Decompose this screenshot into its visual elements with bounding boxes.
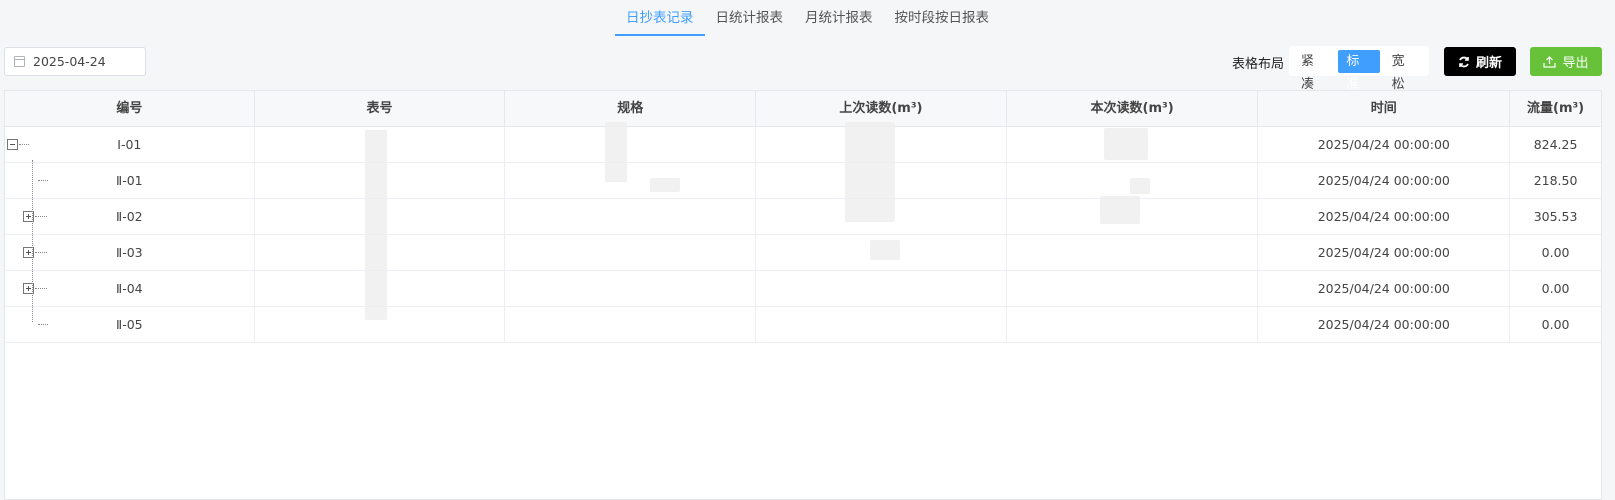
tree-connector: [19, 144, 29, 145]
cell-code: Ⅱ-01: [5, 163, 255, 198]
table-row[interactable]: Ⅱ-01 2025/04/24 00:00:00 218.50: [5, 163, 1601, 199]
refresh-icon: [1459, 56, 1469, 67]
cell-code: Ⅱ-03: [5, 235, 255, 270]
cell-flow: 218.50: [1533, 173, 1578, 188]
header-time[interactable]: 时间: [1258, 91, 1511, 127]
tree-connector: [35, 252, 47, 253]
cell-time: 2025/04/24 00:00:00: [1258, 163, 1511, 198]
layout-standard[interactable]: 标准: [1338, 49, 1380, 92]
upload-icon: [1543, 55, 1557, 68]
report-tabs: 日抄表记录 日统计报表 月统计报表 按时段按日报表: [0, 0, 1615, 36]
cell-spec: [505, 307, 757, 342]
cell-time: 2025/04/24 00:00:00: [1258, 271, 1511, 306]
collapse-icon[interactable]: [7, 139, 18, 150]
row-code: Ⅰ-01: [117, 137, 142, 152]
cell-spec: [505, 199, 757, 234]
header-spec[interactable]: 规格: [505, 91, 757, 127]
layout-compact[interactable]: 紧凑: [1293, 50, 1334, 92]
tree-connector: [38, 324, 48, 325]
tab-monthly-stats[interactable]: 月统计报表: [794, 0, 884, 35]
export-button[interactable]: 导出: [1530, 47, 1602, 76]
cell-spec: [505, 271, 757, 306]
cell-current-reading: [1007, 271, 1259, 306]
table-row[interactable]: Ⅱ-02 2025/04/24 00:00:00 305.53: [5, 199, 1601, 235]
cell-code: Ⅱ-02: [5, 199, 255, 234]
tree-connector: [38, 180, 48, 181]
refresh-label: 刷新: [1475, 56, 1502, 71]
cell-time: 2025/04/24 00:00:00: [1258, 199, 1511, 234]
cell-time: 2025/04/24 00:00:00: [1258, 235, 1511, 270]
layout-loose[interactable]: 宽松: [1384, 50, 1425, 92]
cell-spec: [505, 235, 757, 270]
row-code: Ⅱ-03: [116, 245, 143, 260]
cell-time: 2025/04/24 00:00:00: [1258, 307, 1511, 342]
layout-label: 表格布局: [1232, 57, 1285, 72]
cell-last-reading: [756, 307, 1007, 342]
layout-selector: 紧凑 标准 宽松: [1289, 46, 1429, 92]
cell-current-reading: [1007, 235, 1259, 270]
refresh-button[interactable]: 刷新: [1444, 47, 1516, 76]
tree-vertical-line: [32, 160, 33, 322]
tab-period-daily[interactable]: 按时段按日报表: [884, 0, 1001, 35]
date-value: 2025-04-24: [33, 54, 106, 69]
table-row[interactable]: Ⅱ-04 2025/04/24 00:00:00 0.00: [5, 271, 1601, 307]
calendar-icon: [14, 56, 25, 67]
row-code: Ⅱ-04: [116, 281, 143, 296]
cell-code: Ⅰ-01: [5, 127, 255, 162]
cell-flow: 305.53: [1533, 209, 1578, 224]
row-code: Ⅱ-02: [116, 209, 143, 224]
cell-flow: 0.00: [1541, 317, 1570, 332]
tree-connector: [35, 216, 47, 217]
cell-spec: [505, 163, 757, 198]
table-row[interactable]: Ⅱ-03 2025/04/24 00:00:00 0.00: [5, 235, 1601, 271]
row-code: Ⅱ-05: [116, 317, 143, 332]
cell-time: 2025/04/24 00:00:00: [1258, 127, 1511, 162]
header-meter-no[interactable]: 表号: [255, 91, 506, 127]
table-row[interactable]: Ⅱ-05 2025/04/24 00:00:00 0.00: [5, 307, 1601, 343]
header-code[interactable]: 编号: [5, 91, 255, 127]
export-label: 导出: [1562, 56, 1589, 71]
header-flow[interactable]: 流量(m³): [1510, 91, 1601, 127]
header-current-reading[interactable]: 本次读数(m³): [1007, 91, 1259, 127]
cell-code: Ⅱ-05: [5, 307, 255, 342]
date-picker[interactable]: 2025-04-24: [4, 47, 146, 76]
tab-daily-stats[interactable]: 日统计报表: [705, 0, 795, 35]
table-row[interactable]: Ⅰ-01 2025/04/24 00:00:00 824.25: [5, 127, 1601, 163]
cell-flow: 0.00: [1541, 245, 1570, 260]
cell-last-reading: [756, 271, 1007, 306]
cell-flow: 824.25: [1533, 137, 1578, 152]
cell-current-reading: [1007, 307, 1259, 342]
row-code: Ⅱ-01: [116, 173, 143, 188]
cell-spec: [505, 127, 757, 162]
table-header: 编号 表号 规格 上次读数(m³) 本次读数(m³) 时间 流量(m³): [5, 91, 1601, 127]
cell-code: Ⅱ-04: [5, 271, 255, 306]
tree-connector: [35, 288, 47, 289]
reading-table: 编号 表号 规格 上次读数(m³) 本次读数(m³) 时间 流量(m³) Ⅰ-0…: [4, 90, 1602, 500]
tab-daily-reading[interactable]: 日抄表记录: [615, 0, 705, 36]
cell-flow: 0.00: [1541, 281, 1570, 296]
